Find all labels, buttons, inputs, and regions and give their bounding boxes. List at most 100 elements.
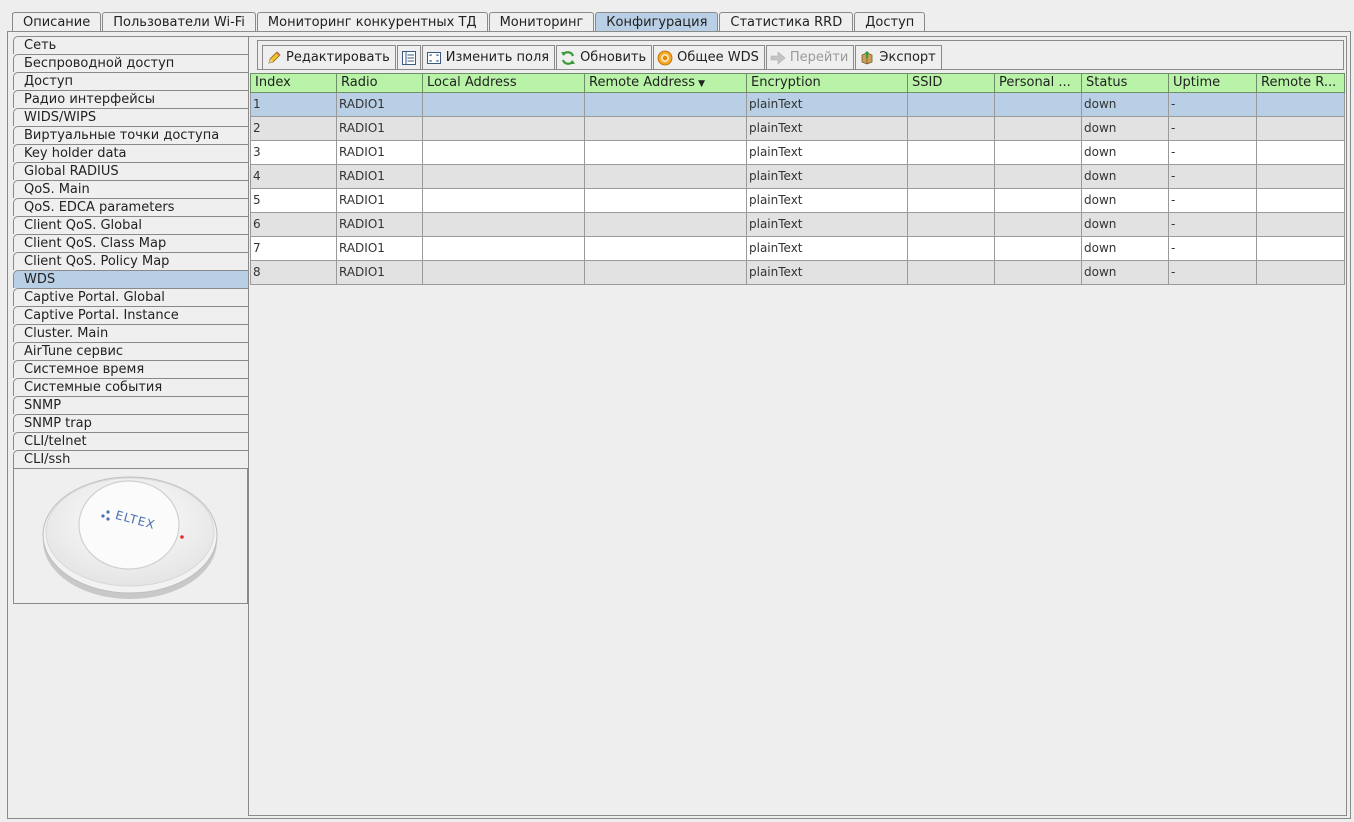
table-row[interactable]: 6 RADIO1 plainText down - (250, 213, 1345, 237)
sidebar-item-system-time[interactable]: Системное время (13, 360, 248, 378)
tab-competitor-ap-monitoring[interactable]: Мониторинг конкурентных ТД (256, 12, 488, 31)
column-list-icon (401, 50, 416, 65)
sidebar-item-wds[interactable]: WDS (13, 270, 248, 288)
table-row[interactable]: 7 RADIO1 plainText down - (250, 237, 1345, 261)
column-header-index[interactable]: Index (250, 73, 337, 93)
column-header-remote-r[interactable]: Remote R... (1257, 73, 1345, 93)
general-wds-button[interactable]: Общее WDS (653, 45, 765, 70)
sidebar-item-client-qos-global[interactable]: Client QoS. Global (13, 216, 248, 234)
table-cell (1257, 213, 1345, 237)
edit-button[interactable]: Редактировать (262, 45, 396, 70)
table-cell (995, 213, 1082, 237)
column-header-status[interactable]: Status (1082, 73, 1169, 93)
table-cell: 2 (250, 117, 337, 141)
table-cell (995, 165, 1082, 189)
tab-description[interactable]: Описание (12, 12, 102, 31)
tab-wifi-users[interactable]: Пользователи Wi-Fi (102, 12, 256, 31)
sidebar-item-cli-telnet[interactable]: CLI/telnet (13, 432, 248, 450)
table-cell: plainText (747, 213, 908, 237)
table-cell: 3 (250, 141, 337, 165)
columns-button[interactable] (396, 45, 421, 70)
sidebar-item-virtual-aps[interactable]: Виртуальные точки доступа (13, 126, 248, 144)
sidebar-item-key-holder-data[interactable]: Key holder data (13, 144, 248, 162)
tab-configuration[interactable]: Конфигурация (595, 12, 719, 31)
export-icon (861, 50, 873, 64)
change-fields-button[interactable]: Изменить поля (421, 45, 556, 70)
sidebar-item-client-qos-class-map[interactable]: Client QoS. Class Map (13, 234, 248, 252)
table-cell (423, 165, 585, 189)
table-cell (585, 93, 747, 117)
fields-icon (426, 51, 441, 64)
table-row[interactable]: 4 RADIO1 plainText down - (250, 165, 1345, 189)
table-cell (423, 117, 585, 141)
sidebar-item-wireless-access[interactable]: Беспроводной доступ (13, 54, 248, 72)
table-cell: - (1169, 261, 1257, 285)
main-tab-bar: Описание Пользователи Wi-Fi Мониторинг к… (12, 11, 926, 31)
sidebar-item-network[interactable]: Сеть (13, 36, 248, 54)
table-cell (1257, 261, 1345, 285)
table-cell: 5 (250, 189, 337, 213)
table-cell: - (1169, 93, 1257, 117)
sidebar-item-global-radius[interactable]: Global RADIUS (13, 162, 248, 180)
table-row[interactable]: 8 RADIO1 plainText down - (250, 261, 1345, 285)
table-cell (995, 261, 1082, 285)
sidebar-item-radio-interfaces[interactable]: Радио интерфейсы (13, 90, 248, 108)
column-header-radio[interactable]: Radio (337, 73, 423, 93)
table-row[interactable]: 5 RADIO1 plainText down - (250, 189, 1345, 213)
tab-access[interactable]: Доступ (854, 12, 926, 31)
sidebar-item-system-events[interactable]: Системные события (13, 378, 248, 396)
table-cell (1257, 237, 1345, 261)
table-cell: down (1082, 117, 1169, 141)
column-header-uptime[interactable]: Uptime (1169, 73, 1257, 93)
sidebar-item-captive-portal-global[interactable]: Captive Portal. Global (13, 288, 248, 306)
table-row[interactable]: 2 RADIO1 plainText down - (250, 117, 1345, 141)
arrow-right-icon (770, 50, 786, 65)
sidebar-item-captive-portal-instance[interactable]: Captive Portal. Instance (13, 306, 248, 324)
wds-table: Index Radio Local Address Remote Address… (250, 73, 1345, 285)
table-row[interactable]: 3 RADIO1 plainText down - (250, 141, 1345, 165)
column-header-remote-address[interactable]: Remote Address ▼ (585, 73, 747, 93)
column-header-local-address[interactable]: Local Address (423, 73, 585, 93)
sidebar-item-access[interactable]: Доступ (13, 72, 248, 90)
table-cell: - (1169, 237, 1257, 261)
table-header: Index Radio Local Address Remote Address… (250, 73, 1345, 93)
table-cell (1257, 117, 1345, 141)
table-cell: 7 (250, 237, 337, 261)
table-cell: - (1169, 141, 1257, 165)
goto-button[interactable]: Перейти (765, 45, 855, 70)
pencil-icon (268, 50, 281, 64)
device-image-panel: ELTEX (13, 468, 248, 604)
column-header-ssid[interactable]: SSID (908, 73, 995, 93)
column-header-personal[interactable]: Personal ... (995, 73, 1082, 93)
table-cell (908, 261, 995, 285)
table-cell (585, 141, 747, 165)
tab-rrd-statistics[interactable]: Статистика RRD (719, 12, 854, 31)
tab-monitoring[interactable]: Мониторинг (488, 12, 595, 31)
access-point-device-image (42, 476, 218, 599)
sidebar-item-qos-main[interactable]: QoS. Main (13, 180, 248, 198)
table-cell: RADIO1 (337, 93, 423, 117)
sidebar-item-airtune[interactable]: AirTune сервис (13, 342, 248, 360)
sidebar-item-cli-ssh[interactable]: CLI/ssh (13, 450, 248, 468)
sidebar-item-client-qos-policy-map[interactable]: Client QoS. Policy Map (13, 252, 248, 270)
refresh-button[interactable]: Обновить (556, 45, 653, 70)
table-cell: RADIO1 (337, 213, 423, 237)
table-cell (908, 141, 995, 165)
table-cell: plainText (747, 261, 908, 285)
column-header-encryption[interactable]: Encryption (747, 73, 908, 93)
refresh-icon (561, 50, 576, 65)
table-cell: down (1082, 237, 1169, 261)
sidebar-item-snmp[interactable]: SNMP (13, 396, 248, 414)
table-cell: 4 (250, 165, 337, 189)
sidebar-item-cluster-main[interactable]: Cluster. Main (13, 324, 248, 342)
table-row[interactable]: 1 RADIO1 plainText down - (250, 93, 1345, 117)
sidebar-item-snmp-trap[interactable]: SNMP trap (13, 414, 248, 432)
sidebar-item-qos-edca[interactable]: QoS. EDCA parameters (13, 198, 248, 216)
export-button[interactable]: Экспорт (855, 45, 942, 70)
toolbar: Редактировать Изменить поля Обновить Общ… (262, 45, 943, 71)
table-cell (585, 237, 747, 261)
sidebar-item-wids-wips[interactable]: WIDS/WIPS (13, 108, 248, 126)
change-fields-label: Изменить поля (445, 50, 550, 65)
table-body: 1 RADIO1 plainText down -2 RADIO1 plainText dow… (250, 93, 1345, 285)
table-cell: - (1169, 165, 1257, 189)
